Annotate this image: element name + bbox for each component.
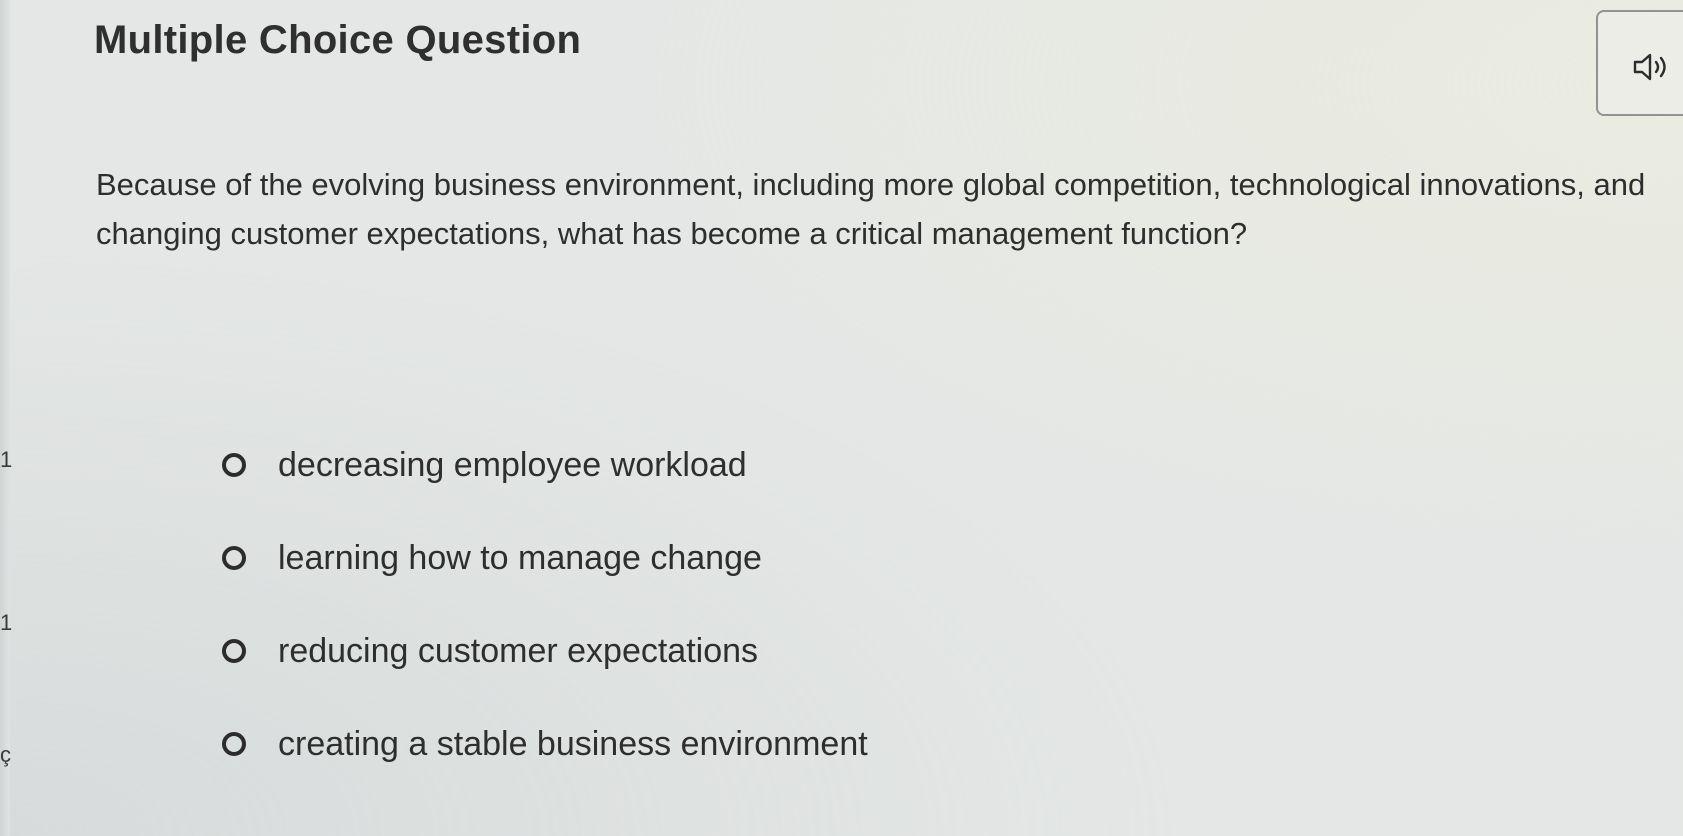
answer-option-label: decreasing employee workload bbox=[278, 445, 747, 484]
answer-option[interactable]: creating a stable business environment bbox=[222, 721, 868, 767]
answer-option-label: creating a stable business environment bbox=[278, 724, 868, 763]
answer-option-label: learning how to manage change bbox=[278, 538, 762, 577]
radio-button-icon[interactable] bbox=[222, 732, 246, 756]
radio-button-icon[interactable] bbox=[222, 639, 246, 663]
answer-option[interactable]: decreasing employee workload bbox=[222, 442, 868, 488]
left-edge-strip bbox=[0, 0, 10, 836]
read-aloud-button[interactable] bbox=[1596, 10, 1683, 116]
left-edge-mark: ç bbox=[0, 742, 11, 767]
question-text: Because of the evolving business environ… bbox=[96, 167, 1646, 251]
answer-options: decreasing employee workload learning ho… bbox=[222, 442, 868, 814]
left-edge-mark: 1 bbox=[0, 447, 13, 472]
radio-button-icon[interactable] bbox=[222, 453, 246, 477]
answer-option[interactable]: learning how to manage change bbox=[222, 535, 868, 581]
question-type-title: Multiple Choice Question bbox=[94, 18, 582, 62]
left-edge-mark: 1 bbox=[0, 610, 13, 635]
answer-option-label: reducing customer expectations bbox=[278, 631, 759, 670]
speaker-icon bbox=[1633, 53, 1666, 81]
answer-option[interactable]: reducing customer expectations bbox=[222, 628, 868, 674]
radio-button-icon[interactable] bbox=[222, 546, 246, 570]
